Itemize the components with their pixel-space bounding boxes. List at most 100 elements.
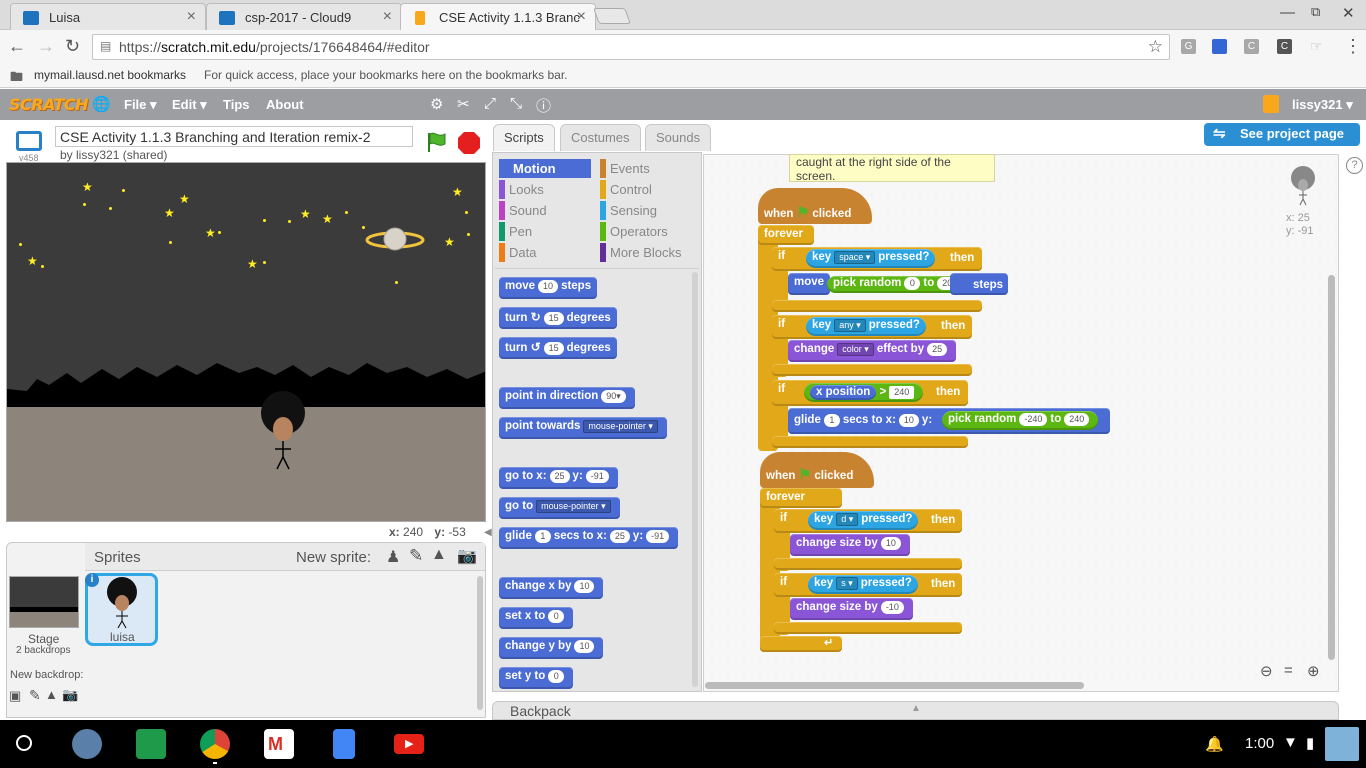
close-window-icon[interactable]: ✕	[1342, 4, 1355, 22]
category-control[interactable]: Control	[600, 180, 696, 199]
camera-backdrop-icon[interactable]: 📷	[62, 687, 78, 703]
about-menu[interactable]: About	[266, 97, 304, 112]
change-size-down[interactable]: change size by -10	[790, 598, 913, 620]
block-go-to[interactable]: go to mouse-pointer	[499, 497, 620, 519]
extension-g-icon[interactable]: G	[1181, 39, 1196, 54]
category-looks[interactable]: Looks	[499, 180, 591, 199]
block-point-in-direction[interactable]: point in direction 90▾	[499, 387, 635, 409]
app-shield-icon[interactable]	[72, 729, 102, 759]
back-icon[interactable]: ←	[8, 36, 26, 57]
script1-forever[interactable]: forever	[758, 225, 814, 245]
browser-tab-cloud9[interactable]: csp-2017 - Cloud9 ×	[206, 3, 402, 30]
restore-icon[interactable]: ⧉	[1311, 4, 1320, 20]
category-sound[interactable]: Sound	[499, 201, 591, 220]
script1-when-flag[interactable]: when ⚑ clicked	[764, 204, 851, 221]
backdrop-library-icon[interactable]: ▣	[9, 688, 21, 704]
bookmark-star-icon[interactable]: ☆	[1148, 37, 1163, 57]
reload-icon[interactable]: ↻	[65, 36, 80, 57]
duplicate-stamp-icon[interactable]: ⚙	[430, 95, 443, 113]
x-position-gt-240[interactable]: x position >240	[804, 383, 924, 402]
extension-hand-icon[interactable]: ☞	[1310, 38, 1323, 55]
category-operators[interactable]: Operators	[600, 222, 696, 241]
address-bar[interactable]: ▤ https://scratch.mit.edu/projects/17664…	[92, 34, 1170, 60]
help-icon[interactable]: ?	[1346, 157, 1363, 174]
pick-random-neg240-240[interactable]: pick random -240 to 240	[942, 411, 1099, 430]
google-docs-icon[interactable]	[333, 729, 355, 759]
block-point-towards[interactable]: point towards mouse-pointer	[499, 417, 667, 439]
scripts-horizontal-scrollbar[interactable]	[705, 682, 1084, 689]
palette-scrollbar[interactable]	[692, 272, 698, 687]
block-turn-right[interactable]: turn ↻ 15 degrees	[499, 307, 617, 329]
scratch-logo[interactable]: SCRATCH	[9, 95, 88, 114]
upload-sprite-icon[interactable]: ▲	[431, 546, 447, 564]
my-stuff-folder-icon[interactable]	[1263, 95, 1279, 113]
tab-scripts[interactable]: Scripts	[493, 124, 555, 151]
tips-menu[interactable]: Tips	[223, 97, 250, 112]
close-tab-icon[interactable]: ×	[187, 8, 196, 26]
backpack-bar[interactable]: Backpack ▲	[492, 701, 1339, 720]
choose-sprite-library-icon[interactable]: ♟	[386, 547, 400, 567]
zoom-out-icon[interactable]: ⊖	[1260, 662, 1273, 680]
paint-new-sprite-icon[interactable]: ✎	[409, 546, 423, 566]
minimize-icon[interactable]: —	[1280, 4, 1295, 21]
chrome-icon[interactable]	[200, 729, 230, 759]
block-go-to-xy[interactable]: go to x: 25 y: -91	[499, 467, 618, 489]
extension-window-icon[interactable]	[1212, 39, 1227, 54]
delete-scissors-icon[interactable]: ✂	[457, 95, 470, 113]
script2-forever[interactable]: forever	[760, 488, 842, 508]
page-info-icon[interactable]: ▤	[100, 39, 111, 53]
block-set-x[interactable]: set x to 0	[499, 607, 574, 629]
stage-thumbnail[interactable]	[9, 576, 79, 628]
key-space-pressed[interactable]: keyspacepressed?	[806, 249, 936, 268]
see-project-page-button[interactable]: ⇋ See project page	[1204, 123, 1360, 146]
google-classroom-icon[interactable]	[136, 729, 166, 759]
backpack-expand-icon[interactable]: ▲	[911, 703, 921, 714]
fullscreen-icon[interactable]	[16, 131, 42, 151]
gmail-icon[interactable]: M	[264, 729, 294, 759]
user-avatar[interactable]	[1325, 727, 1359, 761]
bookmarks-folder[interactable]: mymail.lausd.net bookmarks	[34, 68, 186, 82]
block-glide[interactable]: glide 1 secs to x: 25 y: -91	[499, 527, 679, 549]
block-help-icon[interactable]: ⓘ	[536, 95, 551, 116]
wifi-icon[interactable]: ▼	[1283, 734, 1298, 751]
battery-icon[interactable]: ▮	[1306, 734, 1314, 752]
edit-menu[interactable]: Edit ▾	[172, 97, 207, 113]
youtube-icon[interactable]: ▶	[394, 734, 424, 754]
forward-icon[interactable]: →	[37, 36, 55, 57]
change-color-effect[interactable]: changecoloreffect by25	[788, 340, 957, 362]
close-tab-icon[interactable]: ×	[383, 8, 392, 26]
block-change-y[interactable]: change y by 10	[499, 637, 604, 659]
user-menu[interactable]: lissy321 ▾	[1292, 97, 1353, 113]
stage-collapse-icon[interactable]: ◀	[484, 527, 492, 538]
key-any-pressed[interactable]: keyanypressed?	[806, 317, 926, 336]
sprite-info-icon[interactable]: i	[85, 573, 99, 587]
stop-sign-icon[interactable]	[457, 131, 481, 155]
chrome-menu-icon[interactable]: ⋮	[1344, 36, 1362, 57]
category-more-blocks[interactable]: More Blocks	[600, 243, 696, 262]
category-pen[interactable]: Pen	[499, 222, 591, 241]
notification-bell-icon[interactable]: 🔔	[1205, 735, 1224, 753]
stage-canvas[interactable]: ★ ★ ★ ★ ★ ★ ★ ★ ★ ★	[6, 162, 486, 522]
new-tab-button[interactable]	[593, 8, 631, 24]
key-s-pressed[interactable]: keyspressed?	[808, 575, 918, 594]
paint-backdrop-icon[interactable]: ✎	[29, 687, 41, 704]
move-random-steps[interactable]: move	[788, 273, 831, 295]
scripts-vertical-scrollbar[interactable]	[1328, 275, 1335, 660]
category-motion[interactable]: Motion	[499, 159, 591, 178]
script2-when-flag[interactable]: when ⚑ clicked	[766, 466, 853, 483]
key-d-pressed[interactable]: keydpressed?	[808, 511, 919, 530]
shrink-icon[interactable]: ⤡	[510, 95, 522, 112]
change-size-up[interactable]: change size by 10	[790, 534, 910, 556]
upload-backdrop-icon[interactable]: ▲	[45, 687, 58, 702]
green-flag-icon[interactable]	[424, 130, 450, 154]
project-title-input[interactable]: CSE Activity 1.1.3 Branching and Iterati…	[55, 126, 413, 147]
block-turn-left[interactable]: turn ↺ 15 degrees	[499, 337, 617, 359]
browser-tab-scratch[interactable]: CSE Activity 1.1.3 Branc ×	[400, 3, 596, 30]
language-globe-icon[interactable]: 🌐	[92, 95, 111, 113]
camera-sprite-icon[interactable]: 📷	[457, 546, 477, 566]
extension-c-dark-icon[interactable]: C	[1277, 39, 1292, 54]
launcher-icon[interactable]	[16, 735, 32, 751]
block-move-steps[interactable]: move 10 steps	[499, 277, 598, 299]
category-sensing[interactable]: Sensing	[600, 201, 696, 220]
luisa-sprite-on-stage[interactable]	[253, 391, 313, 473]
